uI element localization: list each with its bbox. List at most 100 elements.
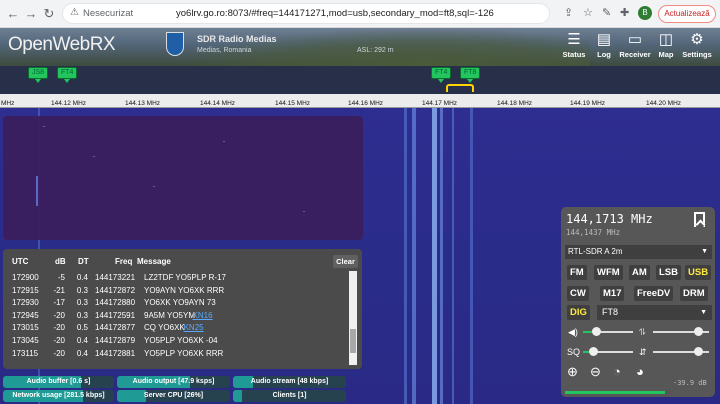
message-db: -21 [53,285,65,295]
message-utc: 173045 [12,336,39,345]
noise-reduction-slider[interactable] [653,347,709,356]
noise-reduction-icon[interactable]: ⇵ [639,347,647,358]
forward-icon[interactable]: → [22,5,40,23]
address-bar[interactable]: ⚠ Nesecurizat yo6lrv.go.ro:8073/#freq=14… [62,3,550,24]
header-freq: Freq [115,257,133,266]
url-text[interactable]: yo6lrv.go.ro:8073/#freq=144171271,mod=us… [176,8,494,19]
mode-fm-button[interactable]: FM [567,265,587,280]
mode-am-button[interactable]: AM [629,265,650,280]
clear-button[interactable]: Clear [333,255,358,268]
star-icon[interactable]: ☆ [583,6,593,19]
status-bars: Audio buffer [0.6 s] Audio output [47.9 … [0,374,360,404]
mode-dig-button[interactable]: DIG [567,305,590,320]
digimode-waterfall-panel [3,116,363,240]
crest-icon [166,32,184,56]
message-freq: 144173221 [95,273,136,282]
noise-dot [43,126,45,127]
receiver-location: Medias, Romania [197,47,252,54]
chevron-down-icon: ▼ [701,248,708,255]
message-row: 173045 -20 0.4 144172879 YO5PLP YO6XK -04 [3,336,345,348]
message-row: 172915 -21 0.3 144172872 YO9AYN YO6XK RRR [3,286,345,298]
message-msg: YO9AYN YO6XK RRR [144,285,225,295]
extensions-icon[interactable]: ✚ [620,6,629,19]
zoom-reset-icon[interactable]: ◕ [636,364,644,379]
receiver-asl: ASL: 292 m [357,47,394,54]
noise-dot [153,186,155,187]
header-message: Message [137,257,171,266]
balance-slider[interactable] [653,327,709,336]
mode-m17-button[interactable]: M17 [600,286,625,301]
message-db: -20 [53,336,65,345]
zoom-center-icon[interactable]: ◔ [613,364,621,379]
locator-link[interactable]: KN25 [184,323,204,332]
message-db: -20 [53,348,65,358]
message-row: 172930 -17 0.3 144172880 YO6XK YO9AYN 73 [3,298,345,310]
receiver-name: SDR Radio Medias [197,34,277,44]
scale-label: 144.16 MHz [348,100,384,107]
mode-drm-button[interactable]: DRM [680,286,708,301]
message-row: 172945 -20 0.3 144172591 9A5M YO5YM KN16 [3,311,345,323]
passband-marker[interactable] [446,84,474,92]
mode-cw-button[interactable]: CW [567,286,589,301]
scale-label: 144.15 MHz [275,100,311,107]
scale-label: 144.18 MHz [497,100,533,107]
edit-icon[interactable]: ✎ [602,6,611,19]
audio-stream-bar: Audio stream [48 kbps] [233,376,346,388]
noise-dot [93,156,95,157]
message-msg: CQ YO6XK [144,323,185,333]
noise-dot [223,141,225,142]
locator-link[interactable]: KN16 [193,311,213,320]
frequency-display[interactable]: 144,1713 MHz [566,212,653,226]
mode-wfm-button[interactable]: WFM [594,265,623,280]
ft8-message-panel: UTC dB DT Freq Message Clear 172900 -5 0.4… [3,249,362,369]
scrollbar-thumb[interactable] [350,329,356,353]
signal-meter [565,391,666,394]
bookmark-ft4[interactable]: FT4 [57,67,78,83]
message-dt: 0.3 [76,310,88,320]
balance-icon: ⥮ [639,327,646,337]
message-dt: 0.4 [76,336,88,345]
zoom-out-icon[interactable]: ⊖ [590,364,601,380]
speaker-icon[interactable]: ◀) [568,327,578,338]
frequency-scale[interactable]: MHz 144.12 MHz 144.13 MHz 144.14 MHz 144… [0,94,720,108]
message-row: 172900 -5 0.4 144173221 LZ2TDF YO5PLP R-17 [3,273,345,285]
bookmark-ft4-2[interactable]: FT4 [431,67,452,83]
clients-bar: Clients [1] [233,390,346,402]
message-utc: 173115 [12,348,39,358]
mode-usb-button[interactable]: USB [685,265,712,280]
squelch-icon: SQ [567,347,581,357]
waterfall-signal [452,108,454,404]
bookmark-ft8[interactable]: FT8 [460,67,481,83]
back-icon[interactable]: ← [4,5,22,23]
message-row: 173115 -20 0.4 144172881 YO5PLP YO6XK RRR [3,349,345,361]
mode-freedv-button[interactable]: FreeDV [634,286,674,301]
volume-slider[interactable] [583,327,633,336]
settings-button[interactable]: ⚙ Settings [678,30,716,64]
noise-dot [303,211,305,212]
zoom-in-icon[interactable]: ⊕ [567,364,578,380]
offset-frequency: 144,1437 MHz [566,228,621,237]
reload-icon[interactable]: ↻ [40,5,58,23]
server-cpu-bar: Server CPU [26%] [117,390,230,402]
message-utc: 172930 [12,298,39,308]
mode-lsb-button[interactable]: LSB [656,265,681,280]
update-button[interactable]: Actualizează [658,5,716,23]
message-dt: 0.5 [76,323,88,333]
scale-label: MHz [1,100,15,107]
message-utc: 172900 [12,273,39,282]
message-dt: 0.4 [76,348,88,358]
share-icon[interactable]: ⇪ [564,6,573,19]
profile-select[interactable]: RTL-SDR A 2m ▼ [565,245,712,259]
bookmark-icon[interactable] [694,212,705,227]
message-freq: 144172880 [95,298,136,308]
avatar[interactable]: B [638,6,652,20]
message-db: -5 [57,273,65,282]
bookmark-js8[interactable]: JS8 [28,67,49,83]
signal-trace [36,176,38,206]
squelch-slider[interactable] [583,347,633,356]
profile-value: RTL-SDR A 2m [568,247,623,256]
message-freq: 144172881 [95,348,136,358]
digimode-select[interactable]: FT8 ▼ [597,305,712,320]
message-scrollbar[interactable] [349,271,357,365]
waterfall-signal [440,108,443,404]
